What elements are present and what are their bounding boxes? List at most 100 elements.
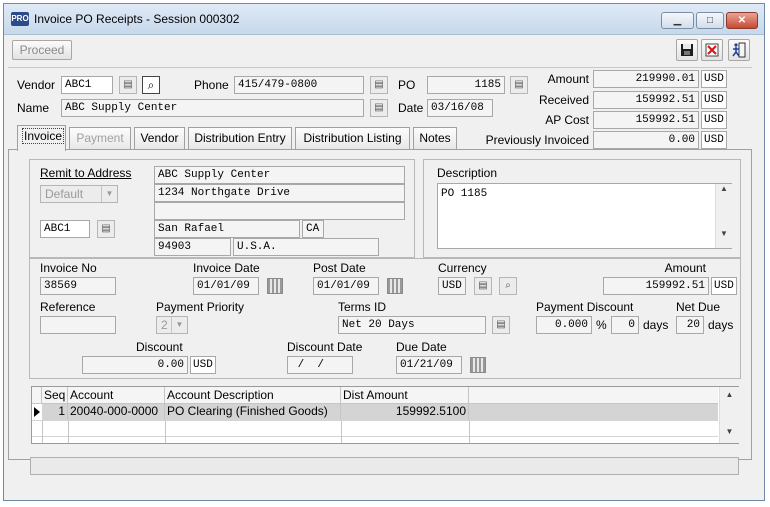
app-logo-icon: PRO — [11, 12, 29, 26]
tab-distribution-entry[interactable]: Distribution Entry — [188, 127, 292, 149]
post-date-label: Post Date — [313, 261, 366, 275]
scroll-down-icon: ▼ — [720, 229, 728, 238]
scroll-up-icon: ▲ — [720, 184, 728, 193]
discount-field[interactable]: 0.00 — [82, 356, 188, 374]
description-scrollbar[interactable]: ▲ ▼ — [715, 184, 732, 248]
vendor-lookup-button[interactable]: ▤ — [119, 76, 137, 94]
tab-notes[interactable]: Notes — [413, 127, 457, 149]
currency-field[interactable]: USD — [438, 277, 466, 295]
po-label: PO — [398, 78, 416, 92]
invoice-no-field[interactable]: 38569 — [40, 277, 116, 295]
remit-state: CA — [302, 220, 324, 238]
vendor-input[interactable]: ABC1 — [61, 76, 113, 94]
remit-lookup-button[interactable]: ▤ — [97, 220, 115, 238]
grid-col-divider — [68, 421, 69, 443]
status-bar — [30, 457, 739, 475]
tab-vendor[interactable]: Vendor — [134, 127, 185, 149]
grid-scrollbar[interactable]: ▲ ▼ — [719, 387, 739, 443]
chevron-down-icon: ▼ — [101, 186, 117, 202]
invoice-amount-currency: USD — [711, 277, 737, 295]
payment-discount-label: Payment Discount — [536, 300, 634, 314]
grid-cell-description: PO Clearing (Finished Goods) — [165, 404, 341, 420]
discount-days-label: days — [643, 318, 669, 332]
previously-invoiced-field: 0.00 — [593, 131, 699, 149]
phone-lookup-button[interactable]: ▤ — [370, 76, 388, 94]
currency-lookup-button[interactable]: ▤ — [474, 277, 492, 295]
scroll-down-icon: ▼ — [725, 427, 734, 436]
exit-button[interactable] — [728, 39, 750, 61]
chevron-down-icon: ▼ — [171, 317, 187, 333]
grid-row-divider — [32, 436, 718, 437]
amount-label: Amount — [547, 72, 589, 86]
remit-address-line-2: 1234 Northgate Drive — [154, 184, 405, 202]
name-lookup-button[interactable]: ▤ — [370, 99, 388, 117]
terms-id-field[interactable]: Net 20 Days — [338, 316, 486, 334]
invoice-date-field[interactable]: 01/01/09 — [193, 277, 259, 295]
tab-payment[interactable]: Payment — [69, 127, 131, 149]
received-label: Received — [538, 93, 589, 107]
post-date-calendar-icon[interactable] — [387, 278, 403, 294]
close-button[interactable]: ✕ — [726, 12, 758, 29]
invoice-date-label: Invoice Date — [193, 261, 260, 275]
remit-address-dropdown[interactable]: Default ▼ — [40, 185, 118, 203]
remit-code-input[interactable]: ABC1 — [40, 220, 90, 238]
discount-label: Discount — [136, 340, 183, 354]
description-text: PO 1185 — [441, 188, 488, 200]
net-due-field[interactable]: 20 — [676, 316, 704, 334]
distribution-grid[interactable]: Seq Account Account Description Dist Amo… — [31, 386, 739, 444]
save-button[interactable] — [676, 39, 698, 61]
lookup-icon: ▤ — [496, 319, 506, 330]
title-bar[interactable]: PRO Invoice PO Receipts - Session 000302… — [4, 4, 764, 35]
grid-cell-account: 20040-000-0000 — [68, 404, 165, 420]
delete-button[interactable] — [701, 39, 723, 61]
invoice-amount-field[interactable]: 159992.51 — [603, 277, 709, 295]
date-label: Date — [398, 101, 424, 115]
proceed-button[interactable]: Proceed — [12, 40, 72, 60]
vendor-label: Vendor — [17, 78, 56, 92]
payment-priority-label: Payment Priority — [156, 300, 245, 314]
due-date-calendar-icon[interactable] — [470, 357, 486, 373]
reference-field[interactable] — [40, 316, 116, 334]
previously-invoiced-currency: USD — [701, 131, 727, 149]
discount-days-field[interactable]: 0 — [611, 316, 639, 334]
grid-header-seq: Seq — [42, 387, 68, 404]
currency-rate-button[interactable]: ⌕ — [499, 277, 517, 295]
received-field: 159992.51 — [593, 91, 699, 109]
percent-label: % — [596, 318, 607, 332]
lookup-icon: ▤ — [123, 79, 133, 90]
remit-country: U.S.A. — [233, 238, 379, 256]
post-date-field[interactable]: 01/01/09 — [313, 277, 379, 295]
terms-lookup-button[interactable]: ▤ — [492, 316, 510, 334]
maximize-button[interactable]: □ — [696, 12, 724, 29]
remit-to-address-label: Remit to Address — [40, 166, 132, 180]
grid-header-dist-amount: Dist Amount — [341, 387, 469, 404]
lookup-icon: ▤ — [374, 102, 384, 113]
row-pointer-icon — [34, 407, 40, 417]
due-date-label: Due Date — [396, 340, 447, 354]
tab-invoice[interactable]: Invoice — [17, 125, 66, 151]
window-title: Invoice PO Receipts - Session 000302 — [34, 12, 240, 26]
invoice-amount-label: Amount — [664, 261, 706, 275]
magnifier-icon: ⌕ — [147, 78, 155, 92]
invoice-date-calendar-icon[interactable] — [267, 278, 283, 294]
payment-discount-field[interactable]: 0.000 — [536, 316, 592, 334]
grid-col-divider — [42, 421, 43, 443]
vendor-search-button[interactable]: ⌕ — [142, 76, 160, 94]
delete-icon — [705, 43, 719, 57]
currency-label: Currency — [438, 261, 487, 275]
tab-invoice-label: Invoice — [22, 128, 65, 144]
lookup-icon: ▤ — [478, 280, 488, 291]
payment-priority-dropdown[interactable]: 2 ▼ — [156, 316, 188, 334]
table-row[interactable]: 1 20040-000-0000 PO Clearing (Finished G… — [42, 404, 718, 420]
due-date-field[interactable]: 01/21/09 — [396, 356, 462, 374]
phone-field: 415/479-0800 — [234, 76, 364, 94]
minimize-button[interactable]: ▁ — [661, 12, 694, 29]
lookup-icon: ▤ — [101, 223, 111, 234]
ap-cost-currency: USD — [701, 111, 727, 129]
discount-currency: USD — [190, 356, 216, 374]
tab-distribution-listing[interactable]: Distribution Listing — [295, 127, 410, 149]
ap-cost-field: 159992.51 — [593, 111, 699, 129]
name-field: ABC Supply Center — [61, 99, 364, 117]
description-textarea[interactable]: PO 1185 — [437, 183, 732, 249]
discount-date-field[interactable]: / / — [287, 356, 353, 374]
